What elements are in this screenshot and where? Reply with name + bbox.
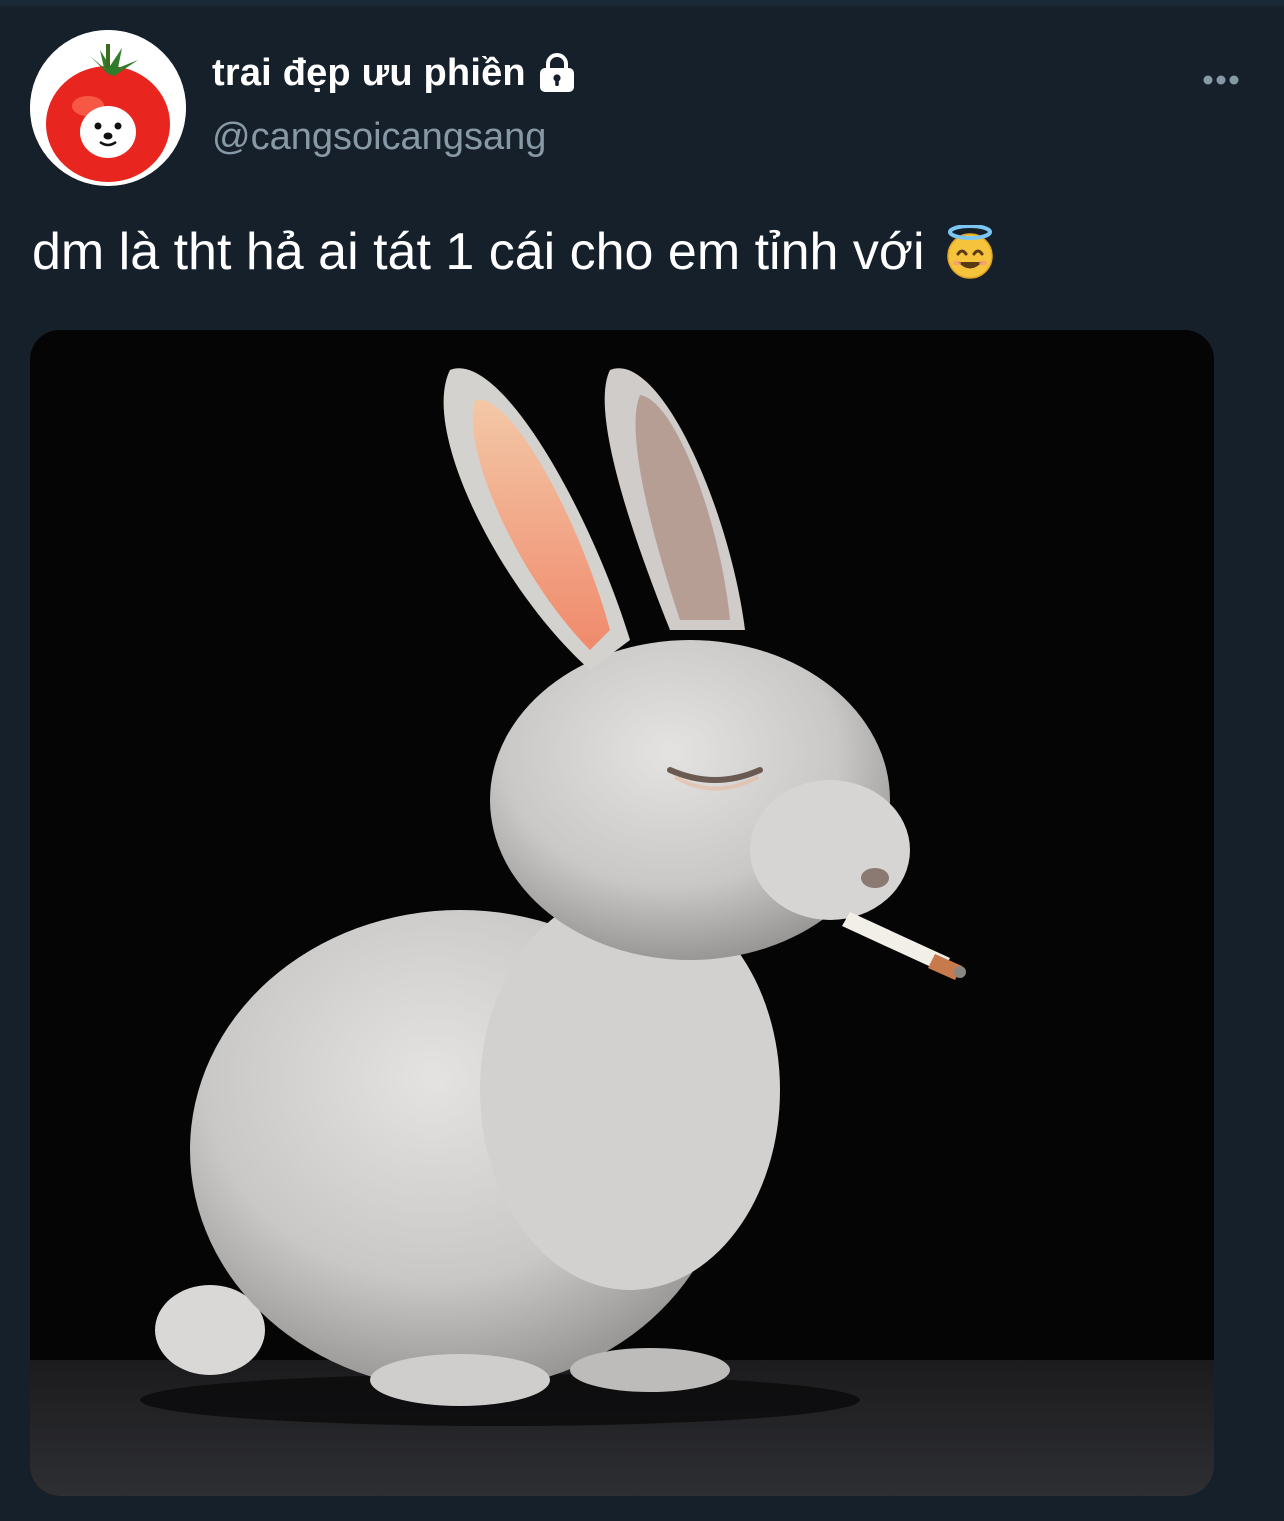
tweet: trai đẹp ưu phiền @cangsoicangsang dm là… xyxy=(0,0,1284,1521)
more-options-button[interactable] xyxy=(1196,60,1246,100)
author-handle[interactable]: @cangsoicangsang xyxy=(212,116,546,159)
more-options-icon xyxy=(1203,75,1239,85)
white-rabbit-smoking-icon xyxy=(30,330,1214,1496)
author-display-name[interactable]: trai đẹp ưu phiền xyxy=(212,52,526,95)
lock-icon xyxy=(536,53,578,93)
author-name-row: trai đẹp ưu phiền xyxy=(212,48,578,98)
tweet-text-row: dm là tht hả ai tát 1 cái cho em tỉnh vớ… xyxy=(32,222,997,282)
author-avatar[interactable] xyxy=(30,30,186,186)
tweet-text: dm là tht hả ai tát 1 cái cho em tỉnh vớ… xyxy=(32,223,925,281)
smiling-face-with-halo-icon xyxy=(943,224,997,279)
tweet-photo[interactable] xyxy=(30,330,1214,1496)
tomato-dog-avatar-icon xyxy=(30,30,186,186)
